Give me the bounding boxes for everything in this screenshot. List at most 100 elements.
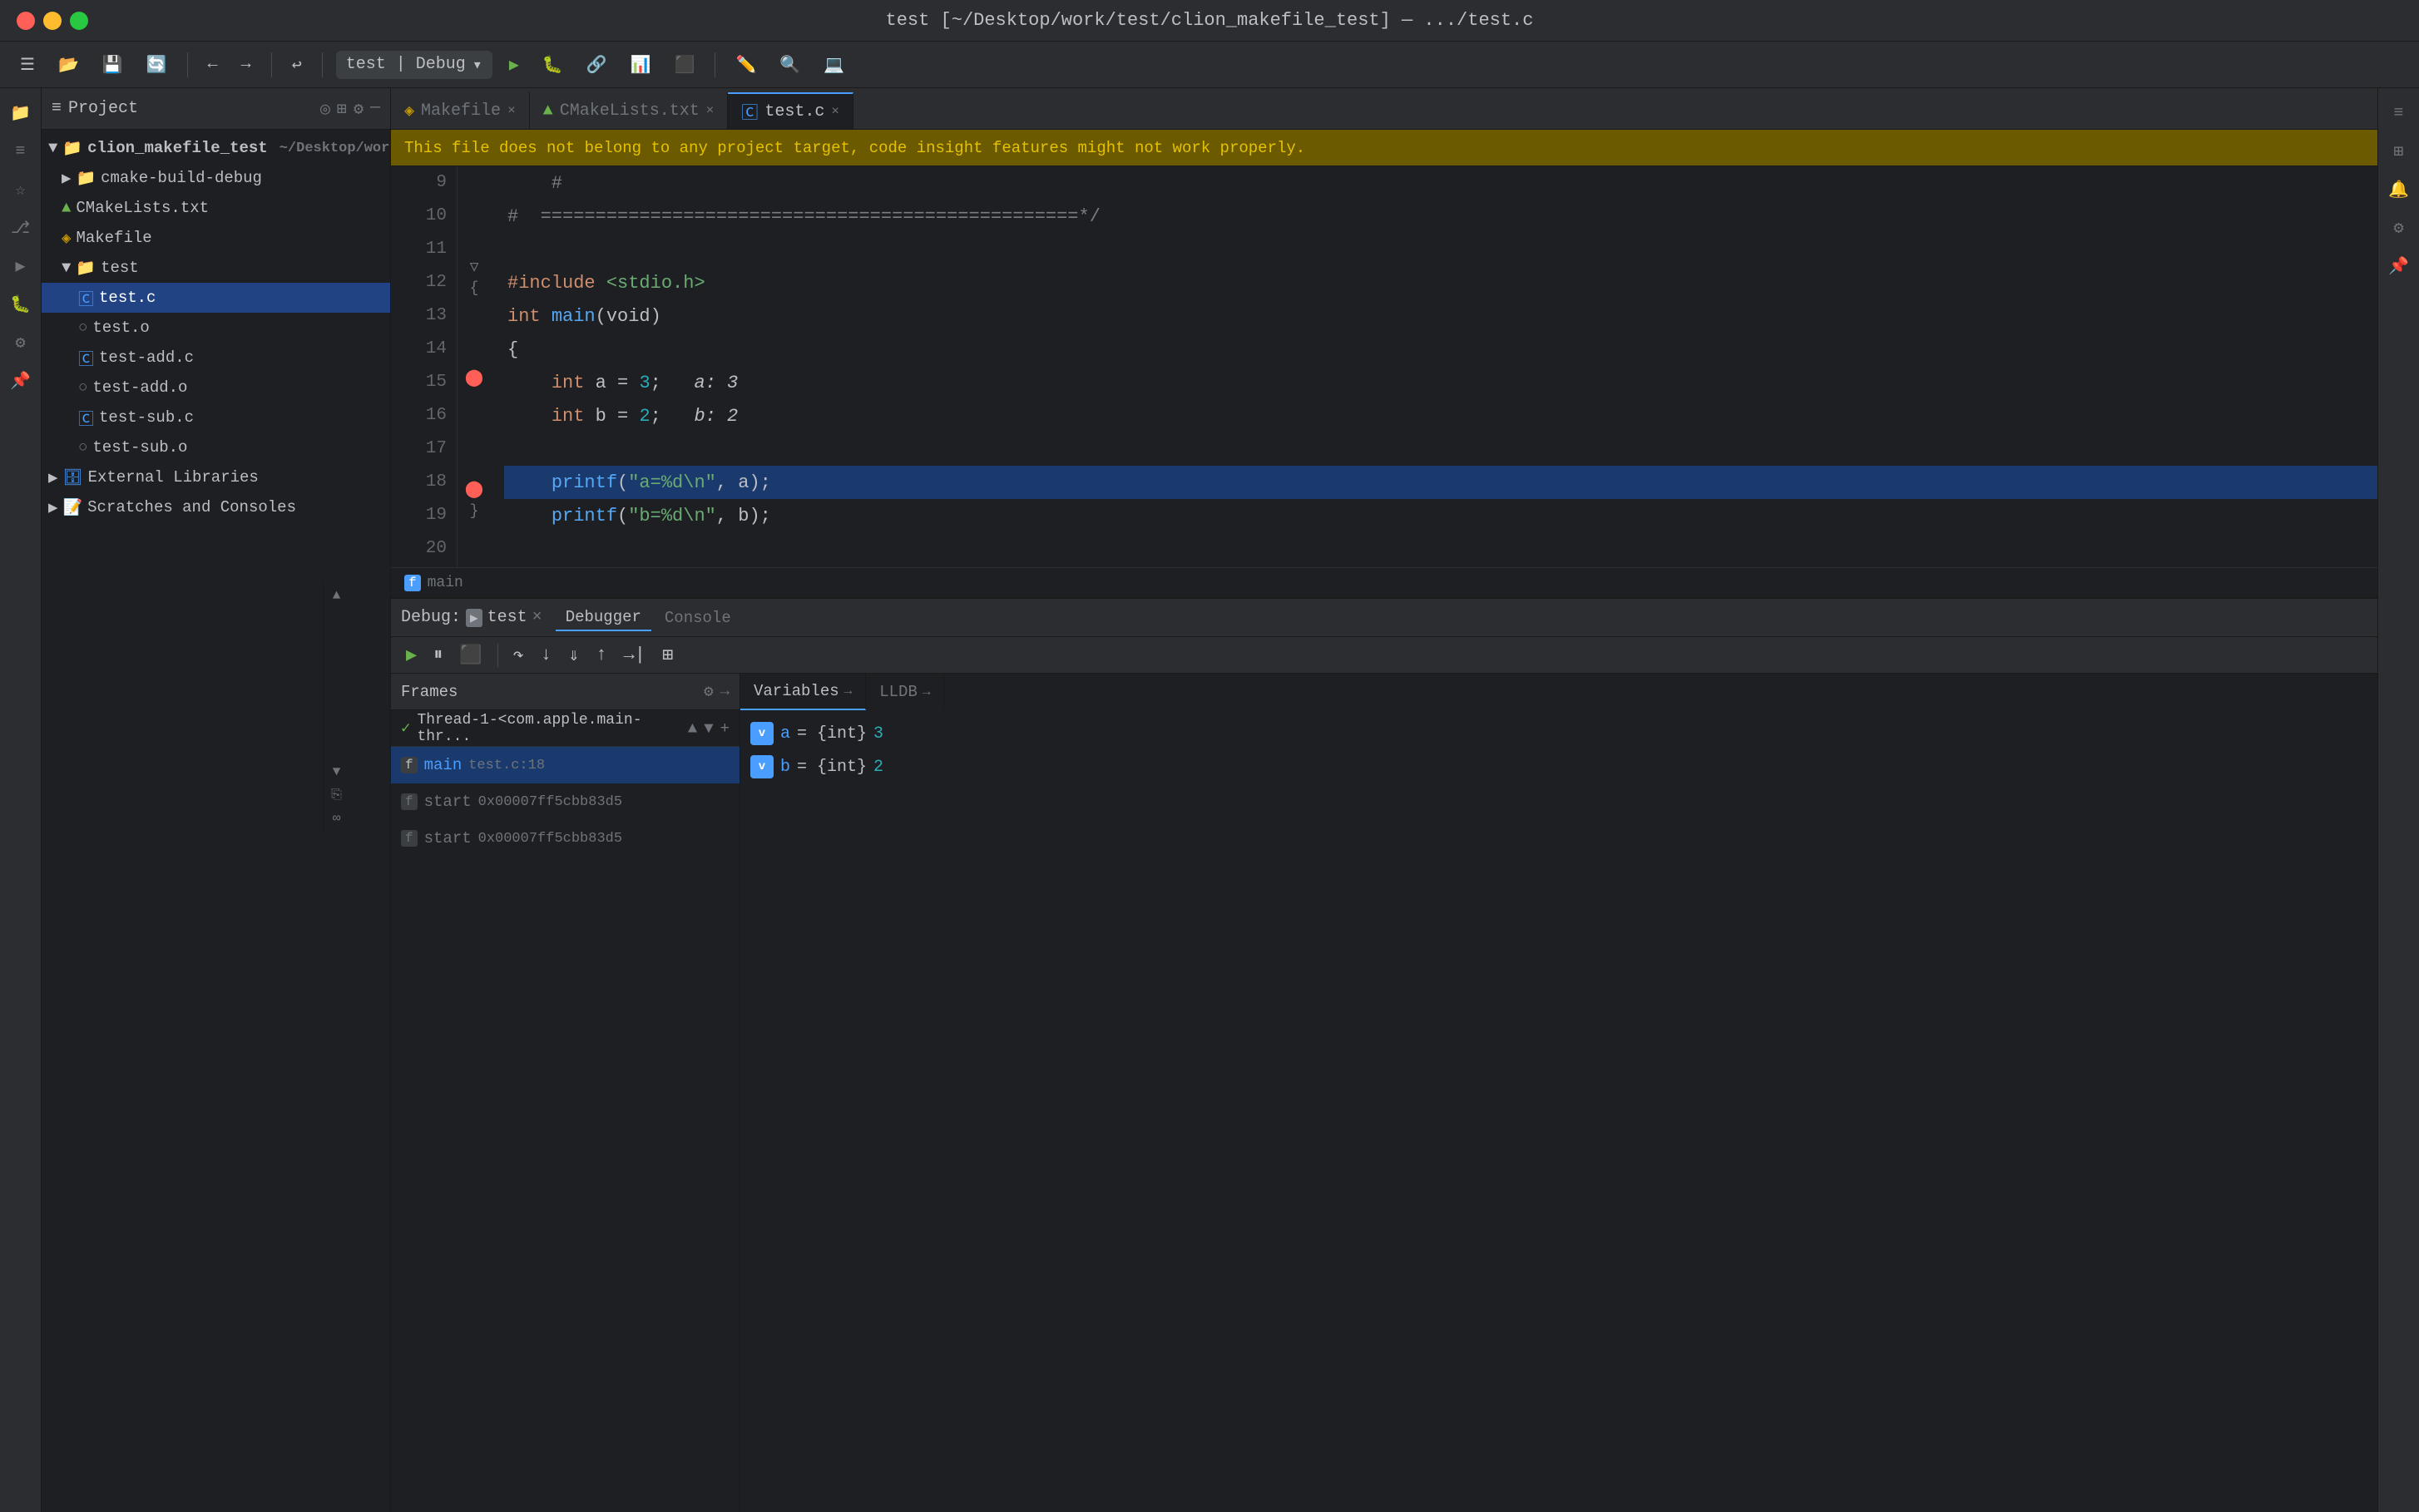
step-out-button[interactable]: ↑ (591, 643, 611, 667)
frames-title: Frames (401, 683, 458, 701)
right-icon-notifications[interactable]: 🔔 (2382, 173, 2416, 206)
frame-item-start-1[interactable]: f start 0x00007ff5cbb83d5 (391, 783, 740, 820)
frames-arrow-icon[interactable]: → (720, 682, 730, 701)
close-button[interactable] (17, 12, 35, 30)
scroll-up-btn[interactable]: ▲ (327, 586, 347, 605)
tree-item-test-o[interactable]: ○ test.o (42, 313, 390, 343)
variables-pin-icon[interactable]: → (844, 684, 853, 699)
sidebar-icon-vcs[interactable]: ⎇ (4, 211, 37, 245)
sidebar-icon-favorites[interactable]: ☆ (4, 173, 37, 206)
close-icon[interactable]: — (370, 98, 380, 120)
maximize-button[interactable] (70, 12, 88, 30)
tree-item-makefile[interactable]: ◈ Makefile (42, 223, 390, 253)
frame-item-start-2[interactable]: f start 0x00007ff5cbb83d5 (391, 820, 740, 857)
right-icon-settings[interactable]: ⚙ (2382, 211, 2416, 245)
tree-item-test-folder[interactable]: ▼ 📁 test (42, 253, 390, 283)
folder-icon: 📁 (76, 168, 96, 188)
tree-item-test-sub-c[interactable]: 🄲 test-sub.c (42, 403, 390, 432)
coverage-button[interactable]: 📊 (624, 51, 658, 79)
tree-item-cmake-build-debug[interactable]: ▶ 📁 cmake-build-debug (42, 163, 390, 193)
chevron-down-icon[interactable]: ▾ (472, 54, 482, 76)
code-content[interactable]: # # ====================================… (491, 166, 2377, 567)
line-num-9: 9 (391, 166, 457, 200)
fold-icon-24[interactable]: } (470, 503, 479, 520)
tree-item-test-add-o[interactable]: ○ test-add.o (42, 373, 390, 403)
settings-icon[interactable]: ⚙ (354, 98, 364, 120)
scroll-down-btn[interactable]: ▼ (327, 762, 347, 782)
settings-btn[interactable]: ∞ (327, 808, 347, 828)
terminal-icon[interactable]: 💻 (817, 51, 851, 79)
save-icon[interactable]: 💾 (96, 51, 130, 79)
minimize-button[interactable] (43, 12, 62, 30)
step-into-button[interactable]: ↓ (536, 643, 557, 667)
fold-icon-14[interactable]: { (470, 280, 479, 297)
undo-icon[interactable]: ↩ (285, 51, 309, 79)
tab-makefile[interactable]: ◈ Makefile × (391, 92, 530, 129)
open-file-icon[interactable]: 📂 (52, 51, 86, 79)
debug-button[interactable]: 🐛 (536, 51, 570, 79)
resume-button[interactable]: ▶ (401, 643, 422, 668)
thread-check-icon: ✓ (401, 719, 410, 738)
evaluate-button[interactable]: ⊞ (657, 643, 678, 668)
frames-settings-icon[interactable]: ⚙ (704, 682, 713, 701)
tree-item-scratches[interactable]: ▶ 📝 Scratches and Consoles (42, 492, 390, 522)
frame-item-main[interactable]: f main test.c:18 (391, 747, 740, 783)
tab-close-test-c[interactable]: × (831, 104, 839, 119)
pause-button[interactable]: ⏸ (428, 643, 448, 667)
sidebar-icon-debug[interactable]: 🐛 (4, 288, 37, 321)
debug-tab-console[interactable]: Console (655, 605, 741, 630)
tab-cmakelists[interactable]: ▲ CMakeLists.txt × (530, 92, 729, 129)
tree-item-external-libs[interactable]: ▶ 🗄 External Libraries (42, 462, 390, 492)
tree-item-root[interactable]: ▼ 📁 clion_makefile_test ~/Desktop/work/t… (42, 133, 390, 163)
var-icon-b: v (750, 755, 774, 778)
breakpoint-18[interactable]: ⬤ (465, 367, 483, 388)
tree-item-cmakelists[interactable]: ▲ CMakeLists.txt (42, 193, 390, 223)
tree-item-test-add-c[interactable]: 🄲 test-add.c (42, 343, 390, 373)
run-config-label: test | Debug (346, 55, 466, 74)
run-button[interactable]: ▶ (502, 51, 526, 79)
tab-variables[interactable]: Variables → (740, 674, 866, 710)
right-icon-hierarchy[interactable]: ⊞ (2382, 135, 2416, 168)
tab-test-c[interactable]: 🄲 test.c × (728, 92, 853, 129)
sidebar-icon-pin[interactable]: 📌 (4, 364, 37, 398)
forward-icon[interactable]: → (235, 52, 258, 77)
thread-up-icon[interactable]: ▲ (688, 719, 697, 738)
debug-tab-debugger[interactable]: Debugger (556, 605, 651, 631)
tab-close-cmakelists[interactable]: × (706, 103, 715, 118)
attach-button[interactable]: 🔗 (580, 51, 614, 79)
fold-icon-13[interactable]: ▽ (470, 258, 479, 276)
sidebar-icon-run[interactable]: ▶ (4, 250, 37, 283)
tab-close-makefile[interactable]: × (507, 103, 516, 118)
hamburger-menu-icon[interactable]: ☰ (13, 51, 42, 79)
debug-session-close[interactable]: × (532, 608, 542, 627)
edit-config-icon[interactable]: ✏️ (729, 51, 763, 79)
breakpoint-23[interactable]: ⬤ (465, 478, 483, 500)
line-num-19: 19 (391, 499, 457, 532)
tab-lldb[interactable]: LLDB → (866, 674, 944, 710)
warning-text: This file does not belong to any project… (404, 139, 1305, 157)
thread-down-icon[interactable]: ▼ (704, 719, 713, 738)
run-to-cursor-button[interactable]: →| (619, 643, 651, 667)
collapse-icon[interactable]: ⊞ (337, 98, 347, 120)
code-editor[interactable]: 9 10 11 12 13 14 15 16 17 18 19 20 21 22… (391, 166, 2377, 567)
step-over-button[interactable]: ↷ (508, 643, 529, 668)
right-icon-structure[interactable]: ≡ (2382, 96, 2416, 130)
stop-debug-button[interactable]: ⬛ (454, 643, 487, 668)
stop-button[interactable]: ⬛ (668, 51, 702, 79)
sidebar-icon-settings[interactable]: ⚙ (4, 326, 37, 359)
copy-btn[interactable]: ⎘ (327, 785, 347, 805)
locate-icon[interactable]: ◎ (320, 98, 330, 120)
window-controls[interactable] (17, 12, 88, 30)
sync-icon[interactable]: 🔄 (140, 51, 174, 79)
right-icon-pin[interactable]: 📌 (2382, 250, 2416, 283)
sidebar-icon-project[interactable]: 📁 (4, 96, 37, 130)
run-configuration[interactable]: test | Debug ▾ (336, 51, 492, 79)
lldb-pin-icon[interactable]: → (923, 684, 931, 699)
force-step-into-button[interactable]: ⇓ (563, 643, 584, 668)
back-icon[interactable]: ← (201, 52, 225, 77)
tree-item-test-sub-o[interactable]: ○ test-sub.o (42, 432, 390, 462)
tree-item-test-c[interactable]: 🄲 test.c (42, 283, 390, 313)
search-icon[interactable]: 🔍 (773, 51, 807, 79)
add-thread-icon[interactable]: + (720, 719, 730, 738)
sidebar-icon-structure[interactable]: ≡ (4, 135, 37, 168)
